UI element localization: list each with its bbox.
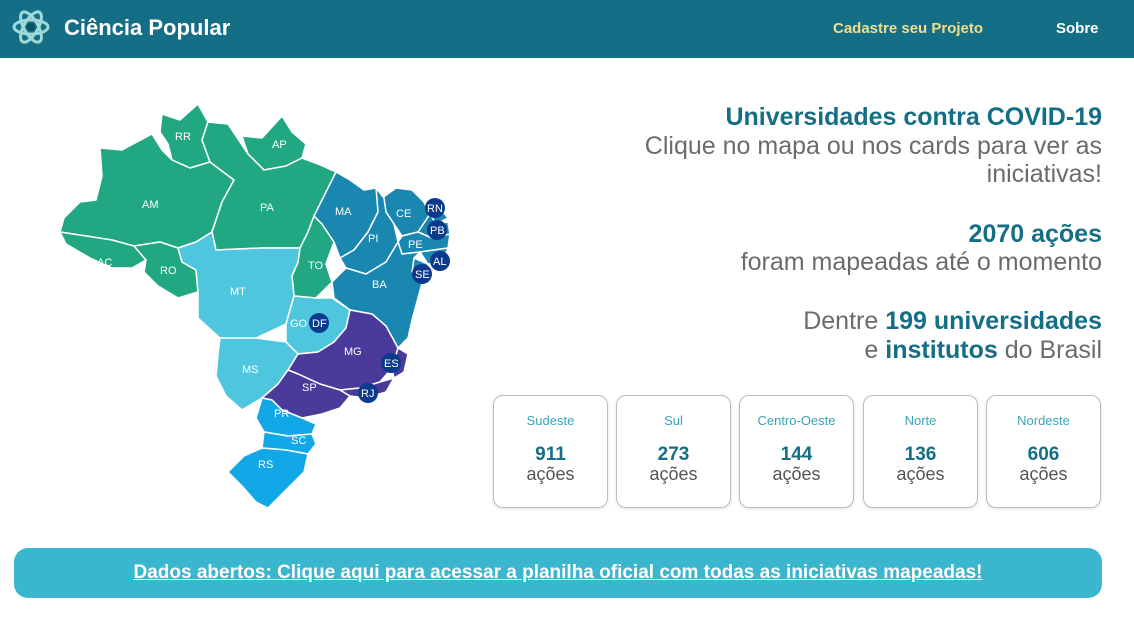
institutes-connector: e [864,336,879,364]
brand-name[interactable]: Ciência Popular [64,15,230,41]
card-count: 273 [657,444,690,465]
subtitle-line-2: iniciativas! [986,160,1102,188]
card-region: Sudeste [526,413,575,428]
state-rs[interactable] [227,447,309,509]
card-region: Nordeste [1017,413,1070,428]
badge-se[interactable]: SE [412,264,432,284]
card-unit: ações [772,464,821,484]
region-card-sul[interactable]: Sul 273 ações [616,395,731,508]
region-card-centro-oeste[interactable]: Centro-Oeste 144 ações [739,395,854,508]
card-count: 911 [535,444,566,465]
register-project-link[interactable]: Cadastre seu Projeto [833,20,983,37]
badge-al[interactable]: AL [430,251,450,271]
region-card-nordeste[interactable]: Nordeste 606 ações [986,395,1101,508]
card-unit: ações [649,464,698,484]
brazil-map: RR AP AM PA AC RO TO MA CE PI PE BA MT G… [59,103,451,509]
card-region: Sul [664,413,683,428]
badge-pb[interactable]: PB [427,220,447,240]
badge-es[interactable]: ES [381,353,401,373]
card-unit: ações [526,464,575,484]
universities-count: 199 universidades [885,307,1102,335]
institutes-suffix: do Brasil [1004,336,1102,364]
badge-df[interactable]: DF [309,313,329,333]
universities-prefix: Dentre [803,307,879,335]
badge-rj[interactable]: RJ [358,383,378,403]
card-count: 144 [780,444,813,465]
actions-subtitle: foram mapeadas até o momento [740,248,1102,276]
card-region: Norte [904,413,937,428]
card-count: 606 [1027,444,1060,465]
subtitle-line-1: Clique no mapa ou nos cards para ver as [644,132,1102,160]
page-title: Universidades contra COVID-19 [725,103,1102,131]
open-data-banner[interactable]: Dados abertos: Clique aqui para acessar … [14,548,1102,598]
card-unit: ações [896,464,945,484]
card-count: 136 [904,444,937,465]
actions-count: 2070 ações [968,220,1102,248]
top-navigation-bar: Ciência Popular Cadastre seu Projeto Sob… [0,0,1134,58]
institutes-line: e institutos do Brasil [864,336,1102,364]
region-card-norte[interactable]: Norte 136 ações [863,395,978,508]
badge-rn[interactable]: RN [425,198,445,218]
atom-logo-icon[interactable] [12,8,50,46]
card-unit: ações [1019,464,1068,484]
about-link[interactable]: Sobre [1056,20,1099,37]
region-card-sudeste[interactable]: Sudeste 911 ações [493,395,608,508]
open-data-link[interactable]: Dados abertos: Clique aqui para acessar … [134,562,983,584]
institutes-word: institutos [885,336,998,364]
universities-line: Dentre 199 universidades [803,307,1102,335]
card-region: Centro-Oeste [757,413,836,428]
